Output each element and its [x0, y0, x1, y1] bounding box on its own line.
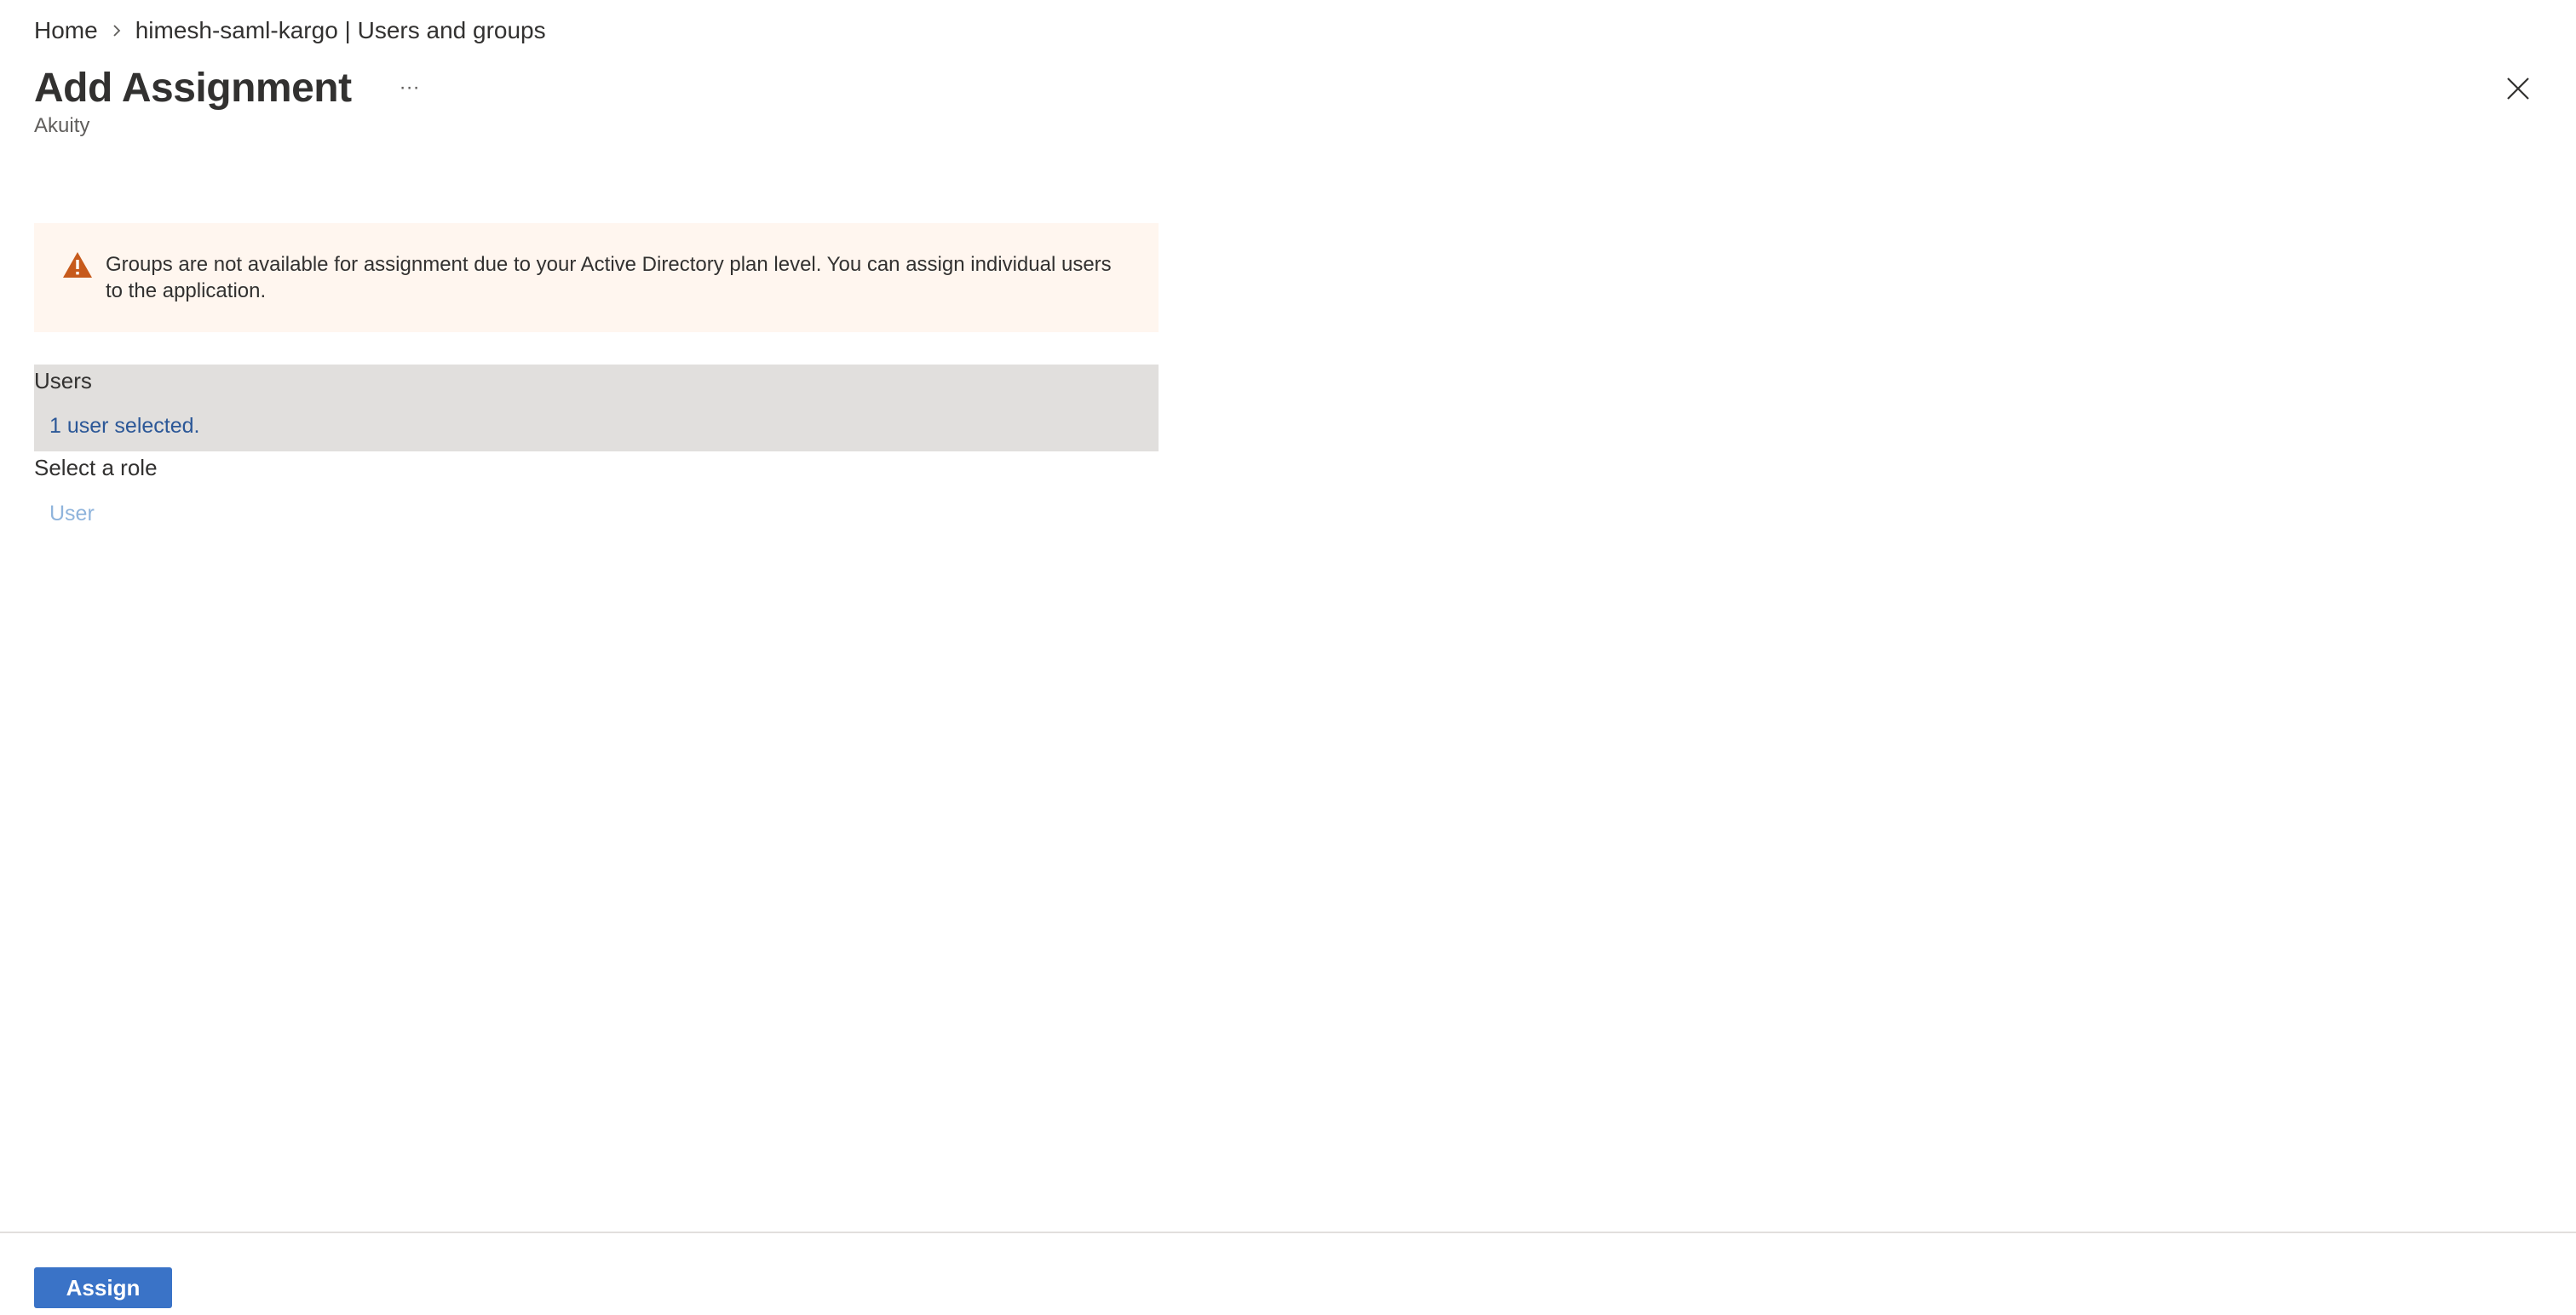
users-label: Users — [34, 368, 92, 393]
users-selection-link[interactable]: 1 user selected. — [49, 414, 200, 439]
breadcrumb-home-link[interactable]: Home — [34, 17, 98, 44]
close-icon — [2507, 78, 2529, 100]
add-assignment-page: Home himesh-saml-kargo | Users and group… — [0, 0, 2576, 1315]
page-title: Add Assignment — [34, 65, 352, 111]
page-subtitle: Akuity — [34, 114, 90, 137]
assign-button[interactable]: Assign — [34, 1267, 172, 1308]
warning-banner: Groups are not available for assignment … — [34, 223, 1159, 332]
more-icon: ··· — [399, 76, 420, 99]
role-selection-link[interactable]: User — [49, 502, 95, 526]
role-label: Select a role — [34, 455, 158, 480]
more-options-button[interactable]: ··· — [391, 69, 428, 106]
footer-divider — [0, 1232, 2576, 1233]
breadcrumb-current-link[interactable]: himesh-saml-kargo | Users and groups — [135, 17, 546, 44]
users-section: Users 1 user selected. — [34, 365, 1159, 451]
header: Add Assignment ··· — [34, 60, 428, 116]
breadcrumb: Home himesh-saml-kargo | Users and group… — [34, 14, 546, 48]
warning-icon — [63, 252, 92, 278]
close-button[interactable] — [2499, 70, 2537, 107]
warning-message: Groups are not available for assignment … — [106, 253, 1112, 302]
chevron-right-icon — [98, 24, 135, 37]
